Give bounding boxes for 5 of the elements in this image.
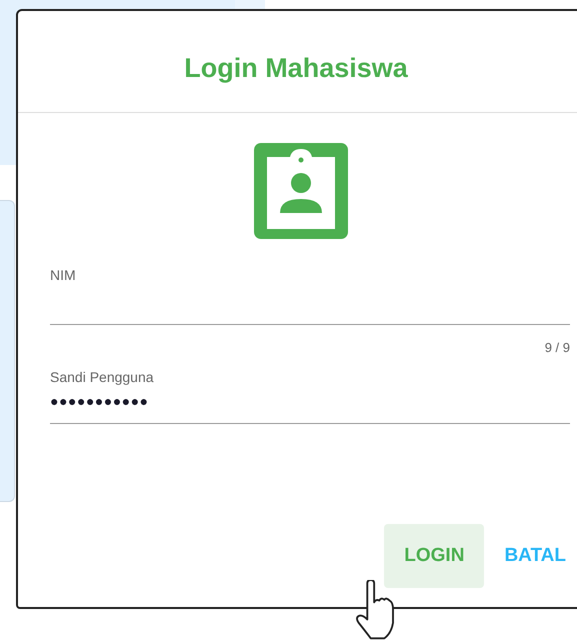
id-badge-icon — [254, 143, 348, 239]
character-counter: 9 / 9 — [544, 340, 570, 355]
input-field[interactable]: NIM — [50, 267, 570, 325]
input-field[interactable]: Sandi Pengguna ●●●●●●●●●●● — [50, 369, 570, 424]
dialog-title: Login Mahasiswa — [184, 53, 408, 84]
